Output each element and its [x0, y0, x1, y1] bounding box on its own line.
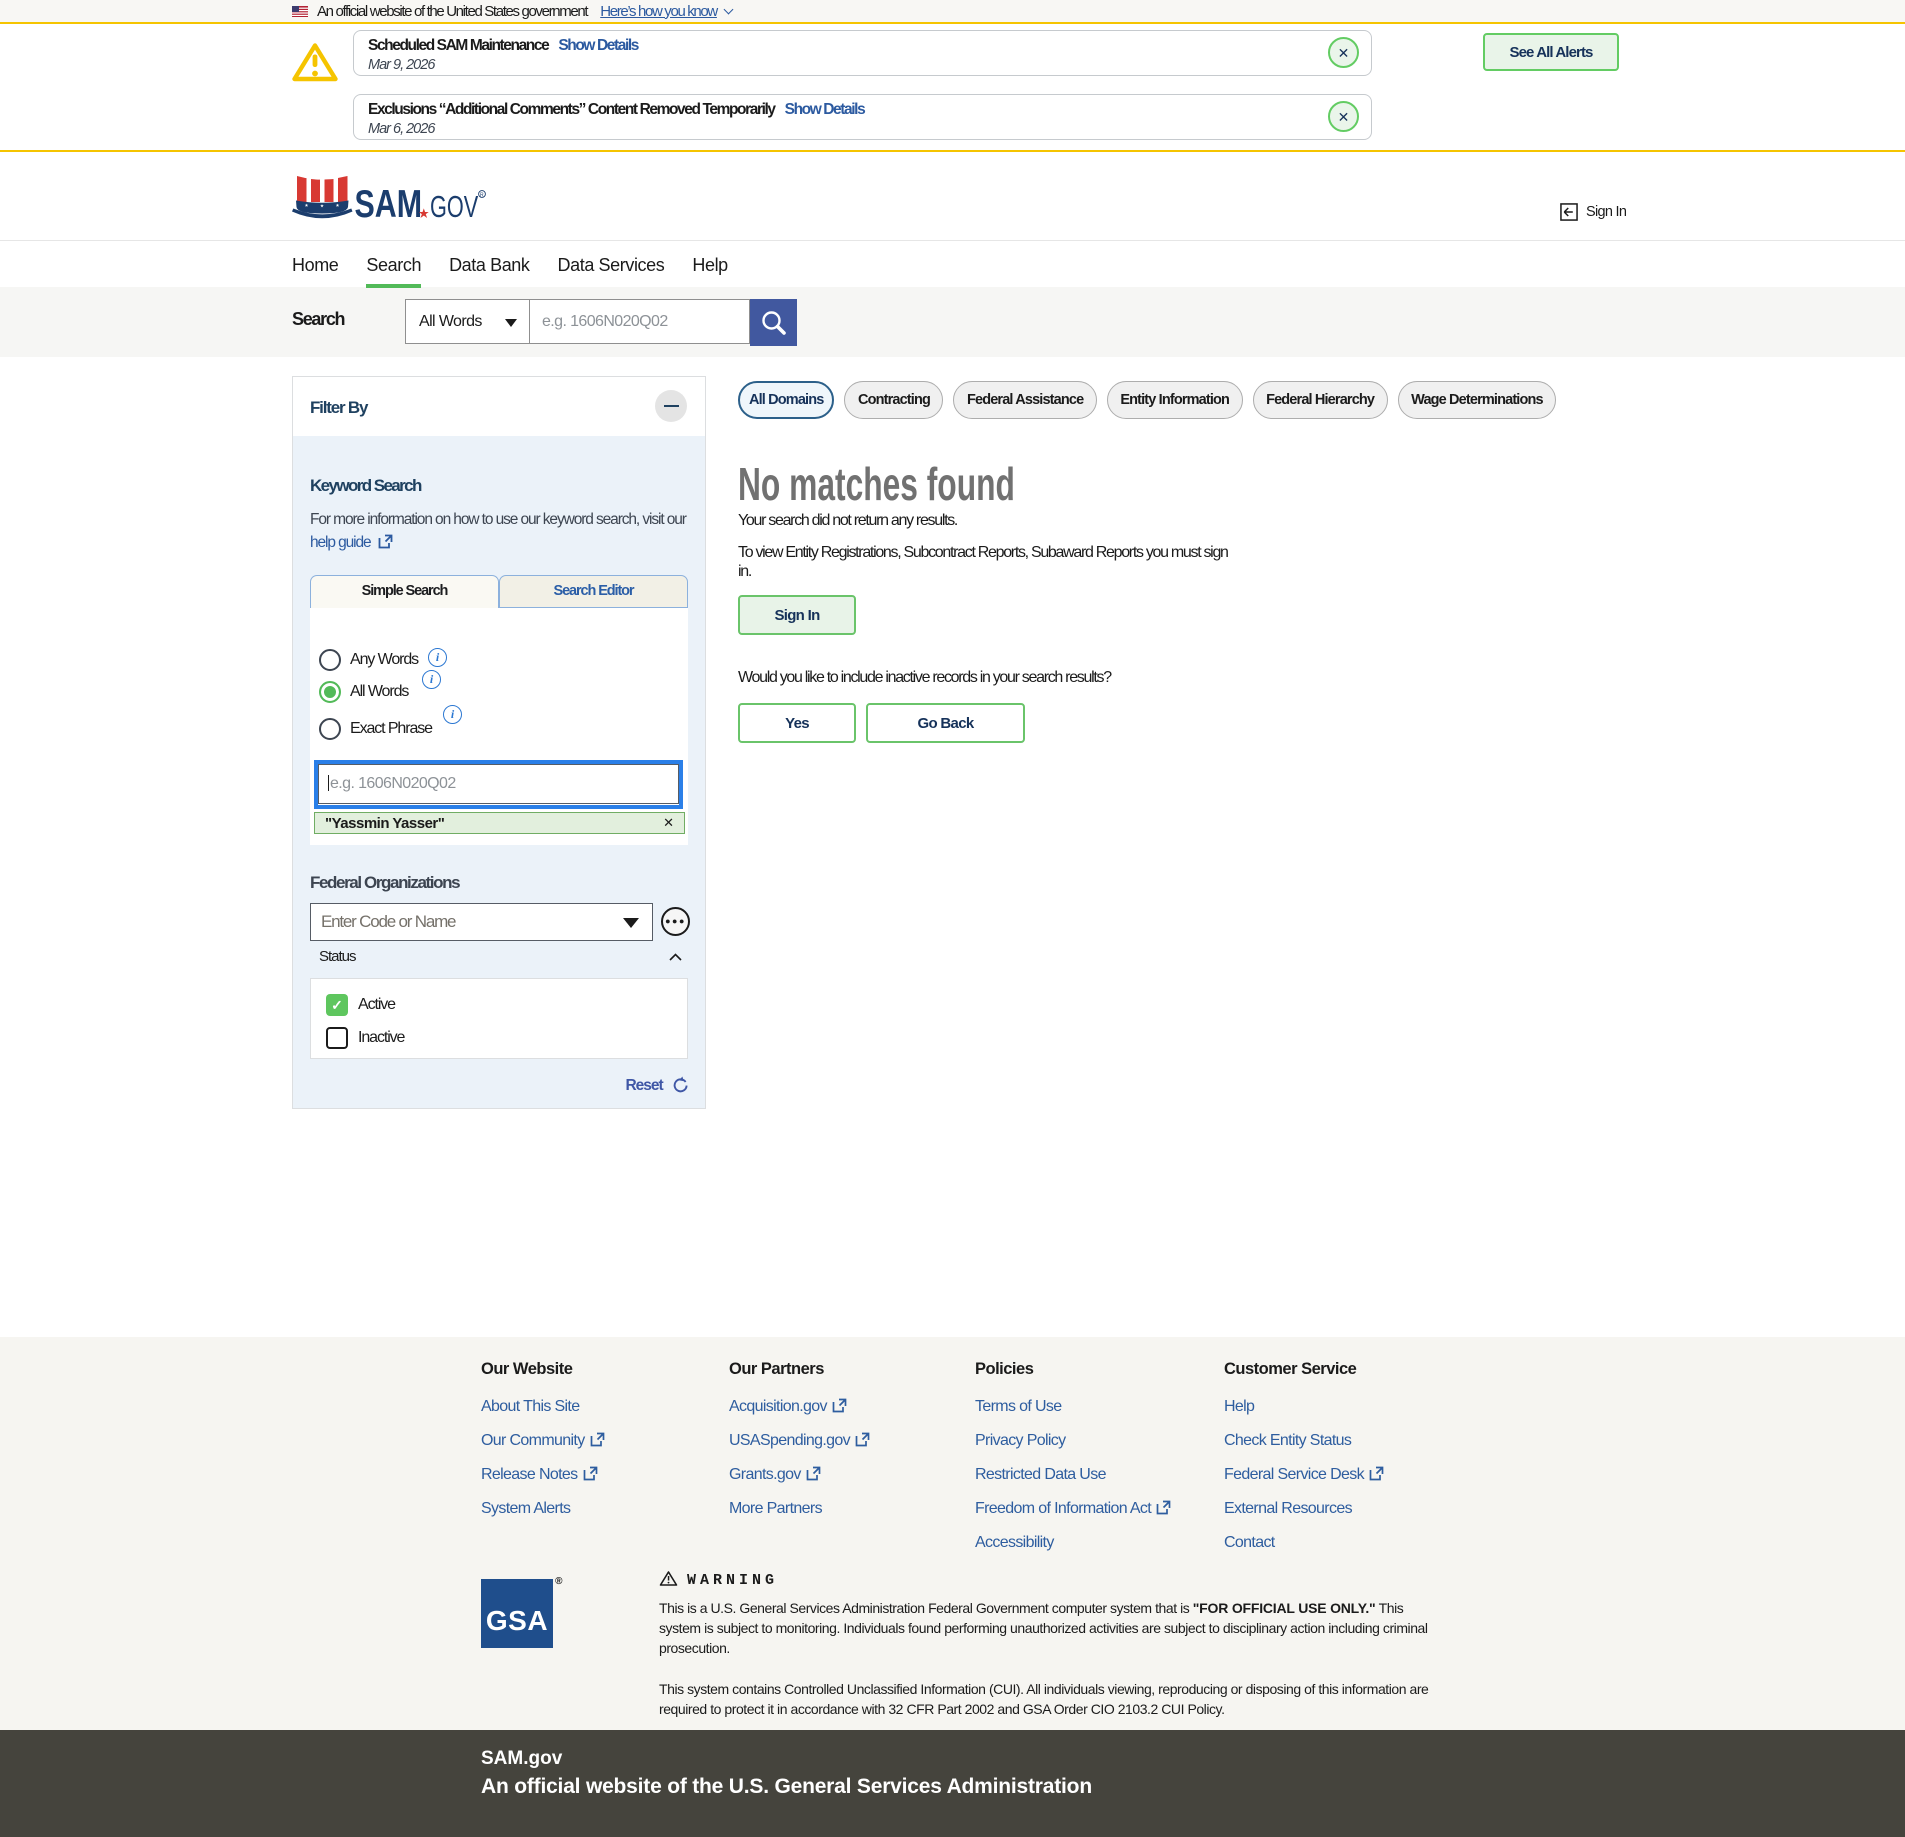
- svg-text:R: R: [480, 192, 484, 198]
- svg-text:SAM: SAM: [355, 182, 423, 221]
- svg-text:GOV: GOV: [430, 189, 478, 221]
